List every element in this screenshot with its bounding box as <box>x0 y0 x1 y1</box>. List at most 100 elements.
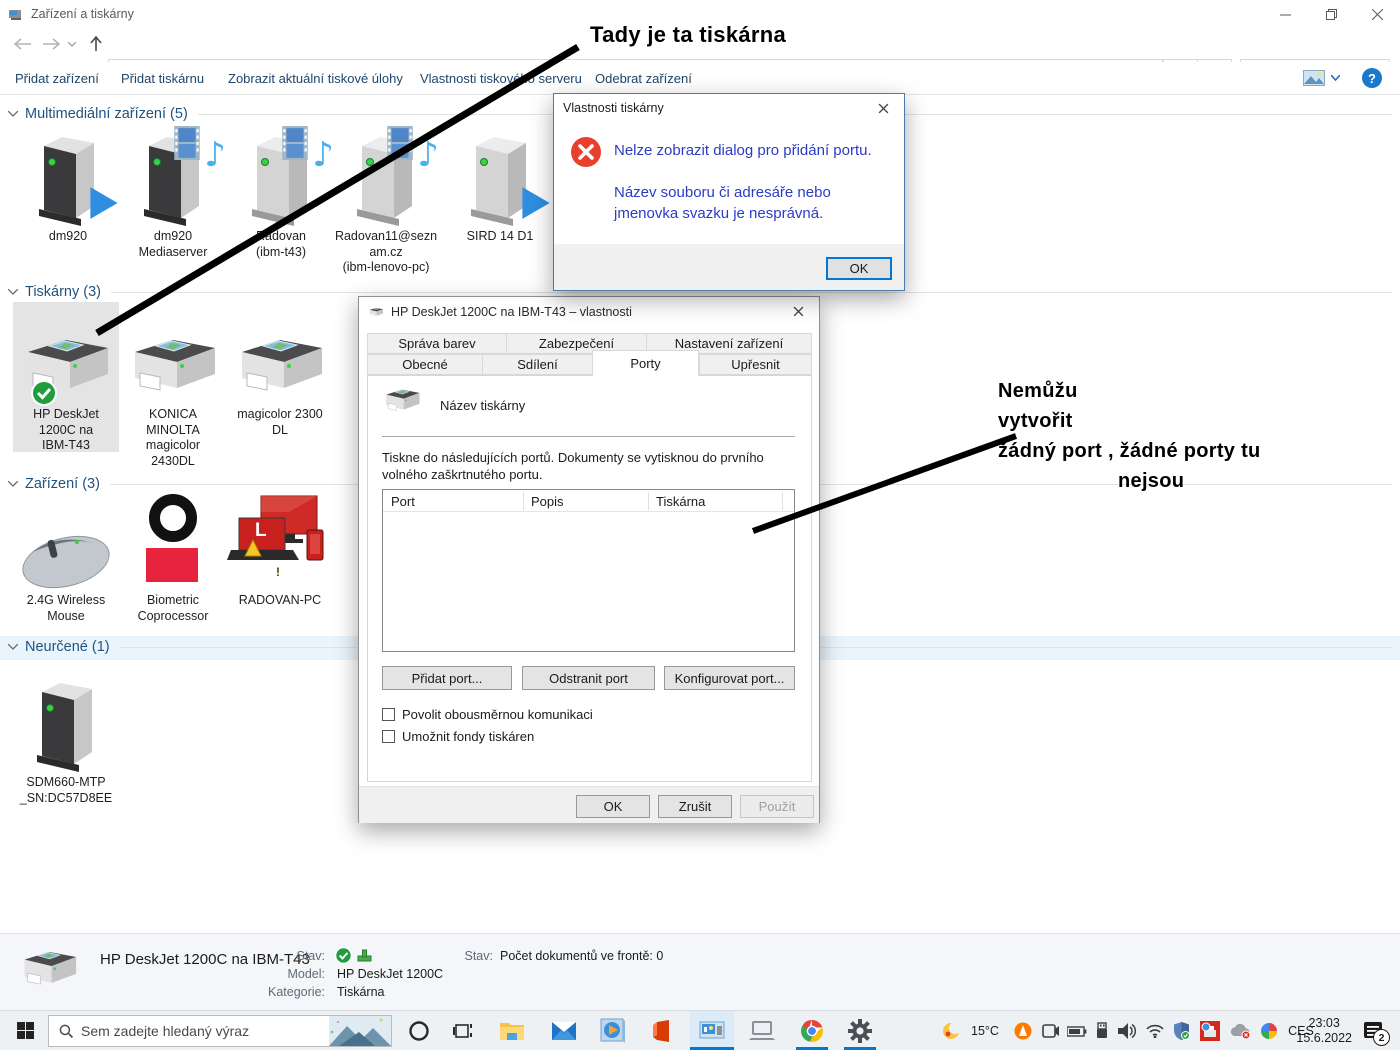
maximize-button[interactable] <box>1308 0 1354 28</box>
music-note-icon: ♪ <box>312 135 334 175</box>
meet-now-icon[interactable] <box>1038 1011 1064 1050</box>
forward-button[interactable] <box>40 31 64 57</box>
device-tile-sird-14-d1[interactable]: SIRD 14 D1 <box>447 122 553 245</box>
help-button[interactable]: ? <box>1362 68 1382 88</box>
model-value: HP DeskJet 1200C <box>337 967 444 981</box>
device-tile-dm920[interactable]: dm920 <box>15 122 121 245</box>
chevron-down-icon <box>1331 75 1340 81</box>
error-dialog: Vlastnosti tiskárny Nelze zobrazit dialo… <box>553 93 905 291</box>
storage-tower-icon <box>34 680 98 772</box>
mail-button[interactable] <box>548 1011 580 1050</box>
configure-port-button[interactable]: Konfigurovat port... <box>664 666 795 690</box>
back-button[interactable] <box>10 31 34 57</box>
wifi-icon[interactable] <box>1142 1011 1168 1050</box>
caption-buttons <box>1262 0 1400 28</box>
close-button[interactable] <box>863 95 903 122</box>
close-button[interactable] <box>1354 0 1400 28</box>
weather-icon[interactable] <box>938 1011 964 1050</box>
task-view-button[interactable] <box>448 1011 478 1050</box>
print-server-props-command[interactable]: Vlastnosti tiskového serveru <box>420 71 582 86</box>
device-tile-dm920-mediaserver[interactable]: ♪ dm920 Mediaserver <box>120 122 226 260</box>
office-button[interactable] <box>646 1011 678 1050</box>
bidirectional-checkbox-label[interactable]: Povolit obousměrnou komunikaci <box>402 707 593 722</box>
security-shield-icon[interactable] <box>1168 1011 1194 1050</box>
remove-port-button[interactable]: Odstranit port <box>522 666 655 690</box>
taskbar-devices-window-button[interactable] <box>690 1011 734 1050</box>
button-label: Přidat port... <box>411 670 483 686</box>
music-note-icon: ♪ <box>417 135 439 175</box>
help-icon: ? <box>1368 70 1376 86</box>
pinwheel-app-icon[interactable] <box>1256 1011 1282 1050</box>
avast-tray-icon[interactable] <box>1010 1011 1036 1050</box>
annotation-line: vytvořit <box>998 410 1073 432</box>
column-tiskarna[interactable]: Tiskárna <box>656 494 705 509</box>
close-button[interactable] <box>778 298 818 325</box>
device-tile-sdm660[interactable]: SDM660-MTP _SN:DC57D8EE <box>13 668 119 806</box>
cancel-button[interactable]: Zrušit <box>658 795 732 818</box>
device-tile-radovan11[interactable]: ♪ Radovan11@sezn am.cz (ibm-lenovo-pc) <box>333 122 439 276</box>
taskbar-search-input[interactable]: Sem zadejte hledaný výraz <box>48 1015 392 1047</box>
category-label: Kategorie: <box>268 985 325 999</box>
add-port-button[interactable]: Přidat port... <box>382 666 512 690</box>
device-tile-biometric[interactable]: Biometric Coprocessor <box>120 492 226 624</box>
film-icon <box>174 126 200 160</box>
printer-pooling-checkbox[interactable] <box>382 730 395 743</box>
tab-sdileni[interactable]: Sdílení <box>482 354 593 375</box>
mouse-icon <box>22 535 110 589</box>
ports-intro-line2: volného zaškrtnutého portu. <box>382 467 543 482</box>
add-device-command[interactable]: Přidat zařízení <box>15 71 99 86</box>
column-port[interactable]: Port <box>391 494 415 509</box>
tab-porty-active[interactable]: Porty <box>592 350 699 376</box>
view-print-jobs-command[interactable]: Zobrazit aktuální tiskové úlohy <box>228 71 403 86</box>
clock-time: 23:03 <box>1308 1016 1340 1030</box>
ok-button[interactable]: OK <box>826 257 892 280</box>
tab-sprava-barev[interactable]: Správa barev <box>367 333 507 354</box>
device-tile-radovan-ibm-t43[interactable]: ♪ Radovan (ibm-t43) <box>228 122 334 260</box>
volume-icon[interactable] <box>1114 1011 1142 1050</box>
apply-button[interactable]: Použít <box>740 795 814 818</box>
device-tile-radovan-pc[interactable]: L ! RADOVAN-PC <box>227 492 333 609</box>
start-button[interactable] <box>8 1011 42 1050</box>
queue-status-value: Počet dokumentů ve frontě: 0 <box>500 949 664 963</box>
usb-icon[interactable] <box>1090 1011 1114 1050</box>
tab-upresnit[interactable]: Upřesnit <box>699 354 812 375</box>
temperature-readout[interactable]: 15°C <box>966 1011 1004 1050</box>
remove-device-command[interactable]: Odebrat zařízení <box>595 71 692 86</box>
error-icon <box>571 137 601 167</box>
file-explorer-button[interactable] <box>496 1011 528 1050</box>
taskbar-settings-button[interactable] <box>842 1011 878 1050</box>
notification-center-button[interactable]: 2 <box>1356 1011 1392 1050</box>
column-popis[interactable]: Popis <box>531 494 564 509</box>
media-player-button[interactable] <box>596 1011 630 1050</box>
clock[interactable]: 23:03 15.6.2022 <box>1296 1016 1352 1046</box>
ports-list[interactable]: Port Popis Tiskárna <box>382 489 795 652</box>
button-label: Konfigurovat port... <box>674 670 785 686</box>
window-title: Zařízení a tiskárny <box>31 7 134 21</box>
printer-label: HP DeskJet 1200C na IBM-T43 <box>33 407 99 452</box>
recent-pages-dropdown[interactable] <box>64 31 80 57</box>
printer-pooling-checkbox-label[interactable]: Umožnit fondy tiskáren <box>402 729 534 744</box>
tab-obecne[interactable]: Obecné <box>367 354 483 375</box>
printer-tile-magicolor-2300[interactable]: magicolor 2300 DL <box>227 302 333 438</box>
device-tile-wireless-mouse[interactable]: 2.4G Wireless Mouse <box>13 492 119 624</box>
add-printer-command[interactable]: Přidat tiskárnu <box>121 71 204 86</box>
cortana-button[interactable] <box>404 1011 434 1050</box>
taskbar-chrome-button[interactable] <box>794 1011 830 1050</box>
device-label: SIRD 14 D1 <box>466 229 534 243</box>
model-label: Model: <box>287 967 325 981</box>
view-options[interactable] <box>1303 70 1340 86</box>
bidirectional-checkbox[interactable] <box>382 708 395 721</box>
up-button[interactable] <box>84 31 108 57</box>
chevron-down-icon <box>8 644 18 650</box>
ok-button[interactable]: OK <box>576 795 650 818</box>
printer-icon <box>232 332 328 398</box>
printer-app-tray-icon[interactable] <box>1196 1011 1224 1050</box>
onedrive-error-icon[interactable] <box>1226 1011 1254 1050</box>
minimize-button[interactable] <box>1262 0 1308 28</box>
battery-icon[interactable] <box>1064 1011 1090 1050</box>
printer-tile-hp-deskjet-selected[interactable]: HP DeskJet 1200C na IBM-T43 <box>13 302 119 452</box>
printer-name-label: Název tiskárny <box>440 398 526 413</box>
play-icon <box>521 186 551 220</box>
taskbar-laptop-button[interactable] <box>744 1011 780 1050</box>
printer-tile-konica-minolta[interactable]: KONICA MINOLTA magicolor 2430DL <box>120 302 226 469</box>
